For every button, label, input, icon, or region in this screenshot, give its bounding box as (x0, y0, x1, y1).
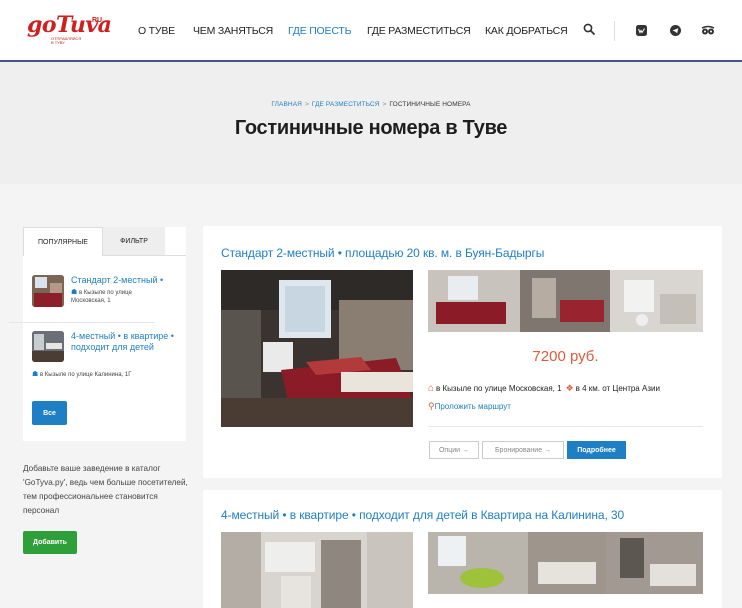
card-divider (428, 426, 703, 427)
logo-tagline: В ТУВУ (51, 40, 65, 45)
sidebar-item-location: ☗ в Кызыле по улице Калинина, 1Г (32, 371, 182, 379)
sidebar-item[interactable]: 4-местный • в квартире • подходит для де… (32, 331, 178, 381)
nav-item-about[interactable]: О ТУВЕ (138, 23, 175, 39)
home-icon: ☗ (71, 289, 78, 296)
page-title: Гостиничные номера в Туве (234, 117, 508, 139)
breadcrumb-current: ГОСТИНИЧНЫЕ НОМЕРА (389, 101, 471, 108)
sidebar-item-title[interactable]: 4-местный • в квартире • подходит для де… (71, 331, 175, 353)
sidebar-item-location-text: Московская, 1 (71, 298, 111, 304)
home-icon: ☗ (32, 371, 39, 378)
listing-distance: в 4 км. от Центра Азии (575, 384, 660, 393)
vk-icon[interactable] (635, 24, 647, 36)
sidebar-item-location-text: в Кызыле по улице (78, 290, 132, 296)
nav-item-travel[interactable]: КАК ДОБРАТЬСЯ (485, 23, 568, 39)
add-listing-button[interactable]: Добавить (23, 531, 77, 554)
promo-text: Добавьте ваше заведение в каталог 'GoTyv… (23, 464, 188, 515)
location-pin-icon: ⚲ (428, 401, 435, 411)
tripadvisor-icon[interactable] (701, 24, 715, 36)
listing-title[interactable]: Стандарт 2-местный • площадью 20 кв. м. … (221, 246, 544, 260)
all-button[interactable]: Все (32, 401, 67, 425)
listing-card: 4-местный • в квартире • подходит для де… (203, 490, 722, 608)
breadcrumb-separator: > (304, 101, 309, 108)
breadcrumb-separator: > (382, 101, 387, 108)
nav-divider (614, 21, 615, 41)
breadcrumb-home[interactable]: ГЛАВНАЯ (271, 101, 302, 108)
sidebar-divider (9, 322, 155, 323)
site-header: goTuva .RU ОТПРАВЛЯЙСЯ В ТУВУ О ТУВЕ ЧЕМ… (0, 0, 742, 62)
nav-item-activities[interactable]: ЧЕМ ЗАНЯТЬСЯ (193, 23, 273, 39)
nav-item-stay[interactable]: ГДЕ РАЗМЕСТИТЬСЯ (367, 23, 471, 39)
home-icon: ⌂ (428, 383, 435, 394)
sidebar-item[interactable]: Стандарт 2-местный • ☗ в Кызыле по улице… (32, 275, 178, 313)
main-nav: О ТУВЕ ЧЕМ ЗАНЯТЬСЯ ГДЕ ПОЕСТЬ ГДЕ РАЗМЕ… (0, 23, 742, 39)
details-button[interactable]: Подробнее (567, 441, 626, 459)
listing-location-text: в Кызыле по улице Московская, 1 (436, 384, 562, 393)
tab-filter[interactable]: ФИЛЬТР (103, 227, 165, 256)
listing-title[interactable]: 4-местный • в квартире • подходит для де… (221, 508, 624, 522)
listing-gallery[interactable] (428, 532, 703, 594)
listing-location: ⌂ в Кызыле по улице Московская, 1 ❖ в 4 … (428, 383, 660, 394)
booking-button[interactable]: Бронирование → (482, 441, 564, 459)
listing-card: Стандарт 2-местный • площадью 20 кв. м. … (203, 226, 722, 478)
route-link[interactable]: ⚲ Проложить маршрут (428, 401, 511, 412)
telegram-icon[interactable] (669, 24, 681, 36)
walker-icon: ❖ (565, 383, 574, 393)
sidebar-item-thumbnail (32, 275, 64, 307)
tab-popular[interactable]: ПОПУЛЯРНЫЕ (23, 227, 103, 256)
search-icon[interactable] (582, 22, 596, 36)
listing-gallery[interactable] (428, 270, 703, 332)
listing-main-photo[interactable] (221, 270, 413, 427)
sidebar-item-location: ☗ в Кызыле по улице Московская, 1 (71, 289, 181, 305)
page-hero: ГЛАВНАЯ > ГДЕ РАЗМЕСТИТЬСЯ > ГОСТИНИЧНЫЕ НОМ… (0, 62, 742, 184)
breadcrumb: ГЛАВНАЯ > ГДЕ РАЗМЕСТИТЬСЯ > ГОСТИНИЧНЫЕ НОМ… (0, 101, 742, 108)
listing-main-photo[interactable] (221, 532, 413, 608)
route-link-label: Проложить маршрут (434, 402, 511, 411)
breadcrumb-section[interactable]: ГДЕ РАЗМЕСТИТЬСЯ (312, 101, 380, 108)
sidebar-tabs: ПОПУЛЯРНЫЕ ФИЛЬТР (23, 227, 186, 256)
nav-item-food[interactable]: ГДЕ ПОЕСТЬ (288, 23, 351, 39)
tab-underline (103, 255, 186, 256)
listing-price: 7200 руб. (532, 348, 599, 365)
sidebar-item-thumbnail (32, 331, 64, 362)
options-button[interactable]: Опции → (429, 441, 479, 459)
sidebar-item-title[interactable]: Стандарт 2-местный • (71, 275, 175, 286)
sidebar-item-location-text: в Кызыле по улице Калинина, 1Г (39, 372, 132, 378)
